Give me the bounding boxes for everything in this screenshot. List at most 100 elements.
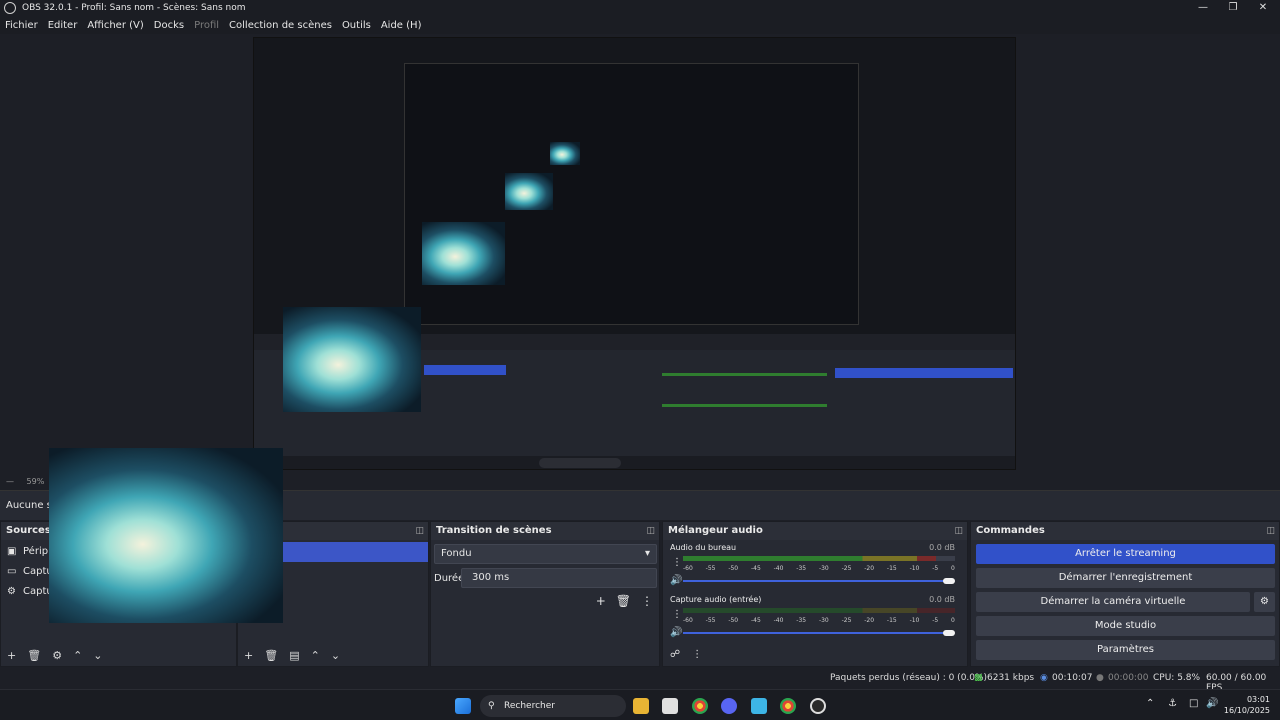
filter-icon[interactable]: ▤: [289, 649, 299, 662]
menu-afficher[interactable]: Afficher (V): [87, 20, 143, 31]
chrome-icon[interactable]: [692, 698, 708, 714]
menu-profil[interactable]: Profil: [194, 20, 219, 31]
db-tick: -50: [728, 565, 739, 572]
start-recording-button[interactable]: Démarrer l'enregistrement: [976, 568, 1275, 588]
duration-input[interactable]: 300 ms: [461, 568, 657, 588]
status-bar: Paquets perdus (réseau) : 0 (0.0%) ▩ 623…: [0, 667, 1280, 693]
scenes-toolbar: + 🗑 ▤ ⌃ ⌄: [244, 649, 340, 662]
windows-taskbar: ⚲ Rechercher ⌃ ⚓ □ 🔊 03:01 16/10/2025: [0, 689, 1280, 720]
db-tick: -15: [886, 617, 897, 624]
volume-icon[interactable]: 🔊: [1206, 698, 1218, 709]
commands-title: Commandes: [976, 525, 1045, 536]
more-icon[interactable]: ⋮: [641, 594, 653, 608]
db-tick: -15: [886, 565, 897, 572]
monitor-icon: ▭: [7, 566, 17, 577]
close-icon[interactable]: ✕: [1246, 0, 1280, 16]
stream-time: 00:10:07: [1052, 673, 1093, 683]
trash-icon[interactable]: 🗑: [616, 594, 631, 608]
nested-taskbar: [254, 456, 1015, 469]
move-down-icon[interactable]: ⌄: [331, 649, 340, 662]
add-icon[interactable]: +: [596, 594, 606, 608]
volume-slider[interactable]: [683, 632, 948, 634]
microphone-icon[interactable]: ⚓: [1168, 698, 1177, 709]
gear-icon[interactable]: ⚙: [52, 649, 62, 662]
more-icon[interactable]: ⋮: [672, 609, 682, 620]
chevron-up-icon[interactable]: ⌃: [1146, 698, 1154, 709]
channel-db: 0.0 dB: [929, 543, 955, 552]
volume-slider[interactable]: [683, 580, 948, 582]
store-icon[interactable]: [662, 698, 678, 714]
stop-streaming-button[interactable]: Arrêter le streaming: [976, 544, 1275, 564]
speaker-icon[interactable]: 🔊: [670, 575, 682, 586]
network-icon[interactable]: □: [1189, 698, 1198, 709]
meter-unfilled: [935, 556, 955, 561]
nested-scene-selected: [424, 365, 506, 375]
maximize-icon[interactable]: ❐: [1216, 0, 1250, 16]
db-tick: -5: [932, 617, 939, 624]
dock-pin-icon[interactable]: ◫: [954, 522, 963, 540]
app-icon[interactable]: [751, 698, 767, 714]
speaker-icon[interactable]: 🔊: [670, 627, 682, 638]
menu-collection-scenes[interactable]: Collection de scènes: [229, 20, 332, 31]
add-icon[interactable]: +: [7, 649, 16, 662]
settings-button[interactable]: Paramètres: [976, 640, 1275, 660]
db-tick: -35: [796, 617, 807, 624]
menu-outils[interactable]: Outils: [342, 20, 371, 31]
taskbar-search[interactable]: ⚲ Rechercher: [480, 695, 626, 717]
add-icon[interactable]: +: [244, 649, 253, 662]
keyboard-thumbnail: [283, 307, 421, 412]
trash-icon[interactable]: 🗑: [264, 649, 278, 662]
obs-icon[interactable]: [810, 698, 826, 714]
db-tick: -35: [796, 565, 807, 572]
signal-icon: ▩: [974, 673, 983, 683]
db-tick: -20: [864, 617, 875, 624]
zoom-level: 59%: [26, 477, 45, 486]
menu-aide[interactable]: Aide (H): [381, 20, 422, 31]
menu-docks[interactable]: Docks: [154, 20, 184, 31]
nested-search: [539, 458, 621, 468]
record-time: 00:00:00: [1108, 673, 1149, 683]
channel-name: Capture audio (entrée): [670, 595, 762, 604]
microphone-icon: ⚙: [7, 586, 16, 597]
studio-mode-button[interactable]: Mode studio: [976, 616, 1275, 636]
stream-icon: ◉: [1040, 673, 1048, 683]
zoom-out-icon[interactable]: —: [6, 477, 14, 486]
move-up-icon[interactable]: ⌃: [73, 649, 82, 662]
db-tick: -20: [864, 565, 875, 572]
dock-pin-icon[interactable]: ◫: [415, 522, 424, 540]
trash-icon[interactable]: 🗑: [27, 649, 41, 662]
minimize-icon[interactable]: —: [1186, 0, 1220, 16]
db-tick: -55: [705, 565, 716, 572]
discord-icon[interactable]: [721, 698, 737, 714]
db-tick: -55: [705, 617, 716, 624]
db-tick: -60: [683, 565, 693, 572]
db-tick: 0: [951, 617, 955, 624]
windows-start-icon[interactable]: [455, 698, 471, 714]
virtual-camera-settings-icon[interactable]: ⚙: [1254, 592, 1275, 612]
search-icon: ⚲: [488, 701, 495, 711]
transition-select[interactable]: Fondu ▾: [434, 544, 657, 564]
link-icon[interactable]: ☍: [670, 649, 680, 660]
dock-pin-icon[interactable]: ◫: [1266, 522, 1275, 540]
menu-fichier[interactable]: Fichier: [5, 20, 38, 31]
duration-label: Durée: [434, 573, 465, 584]
db-scale: -60 -55 -50 -45 -40 -35 -30 -25 -20 -15 -10 -5 0: [683, 617, 955, 624]
menu-editer[interactable]: Editer: [48, 20, 78, 31]
file-explorer-icon[interactable]: [633, 698, 649, 714]
chrome-icon[interactable]: [780, 698, 796, 714]
cpu-usage: CPU: 5.8%: [1153, 673, 1201, 683]
transition-dock: Transition de scènes ◫ Fondu ▾ Durée 300 …: [430, 521, 660, 667]
more-icon[interactable]: ⋮: [692, 649, 702, 660]
volume-knob[interactable]: [943, 630, 955, 636]
taskbar-clock[interactable]: 03:01 16/10/2025: [1224, 694, 1270, 716]
nested-preview-inner: [404, 63, 859, 325]
start-virtual-camera-button[interactable]: Démarrer la caméra virtuelle: [976, 592, 1250, 612]
chevron-down-icon: ▾: [644, 548, 650, 559]
move-down-icon[interactable]: ⌄: [93, 649, 102, 662]
more-icon[interactable]: ⋮: [672, 557, 682, 568]
db-tick: -10: [909, 565, 920, 572]
move-up-icon[interactable]: ⌃: [311, 649, 320, 662]
dock-pin-icon[interactable]: ◫: [646, 522, 655, 540]
volume-knob[interactable]: [943, 578, 955, 584]
channel-db: 0.0 dB: [929, 595, 955, 604]
